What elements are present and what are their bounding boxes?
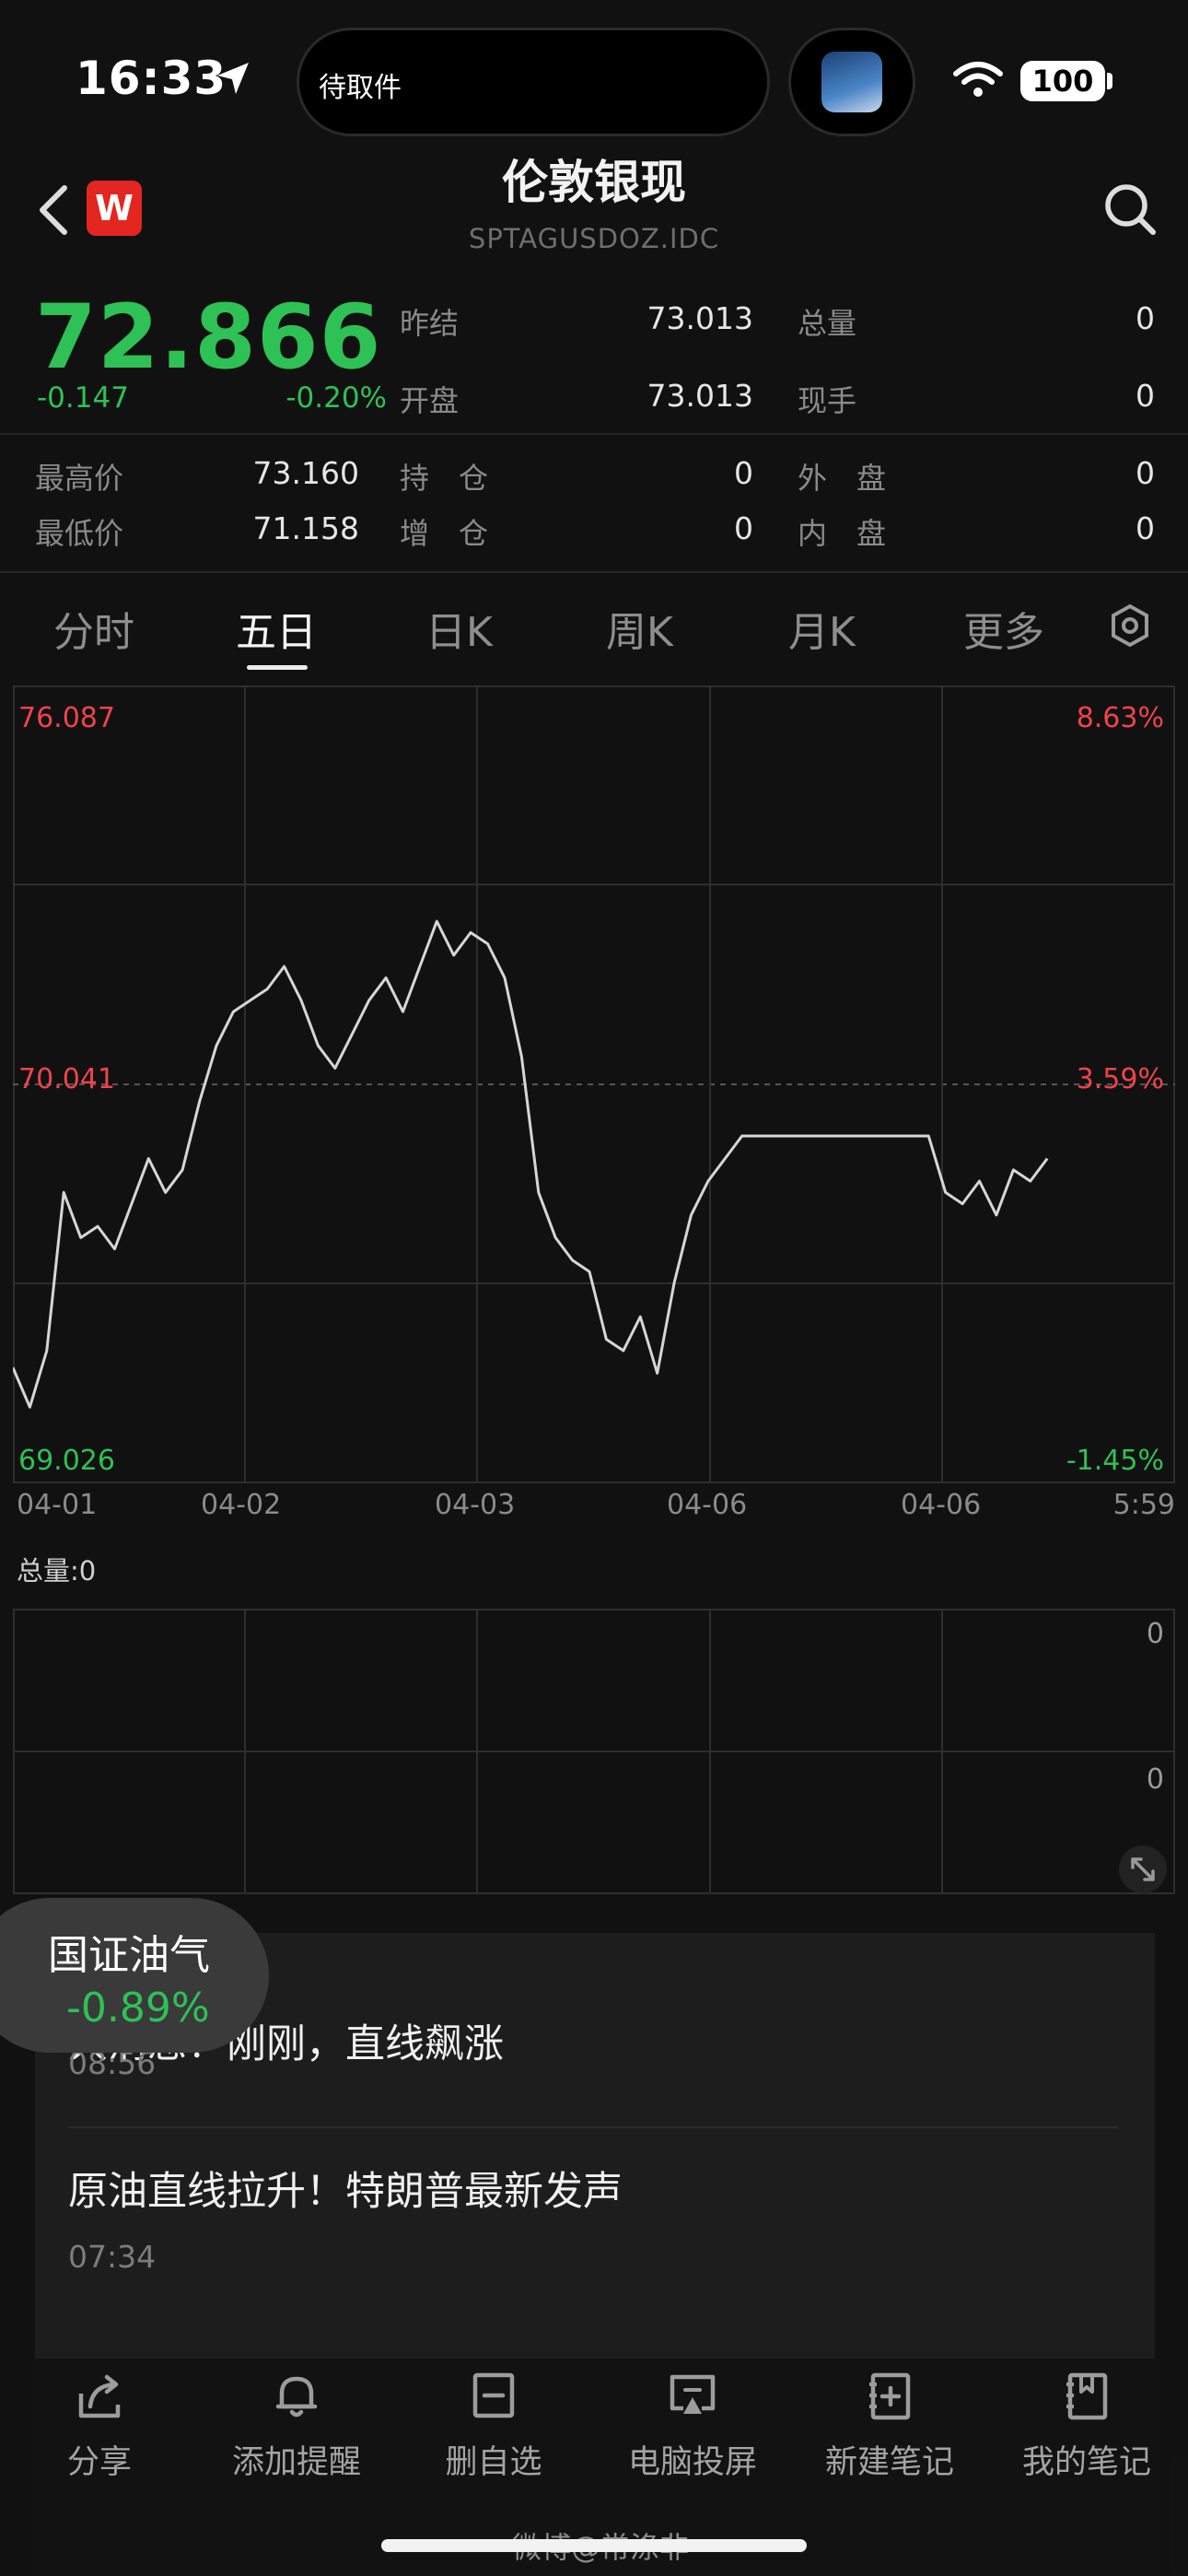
status-time: 16:33: [76, 52, 227, 105]
pct-label-bottom: -1.45%: [1066, 1445, 1164, 1477]
stat-value-high: 73.160: [252, 455, 359, 491]
share-button[interactable]: 分享: [7, 2368, 192, 2483]
stat-label-prev-settle: 昨结: [400, 306, 460, 341]
remove-watchlist-icon: [472, 2372, 515, 2418]
page-title: 伦敦银现: [502, 156, 686, 209]
remove-watchlist-button[interactable]: 删自选: [402, 2368, 586, 2483]
bell-icon: [275, 2376, 318, 2418]
last-price: 72.866: [35, 286, 382, 389]
battery-icon: 100: [1020, 61, 1105, 101]
stat-label-outer: 外 盘: [798, 461, 887, 496]
wifi-icon: [953, 62, 1003, 97]
stat-value-last-lot: 0: [1136, 378, 1155, 414]
floating-index-change: -0.89%: [66, 1985, 210, 2032]
tab-monthly-k[interactable]: 月K: [788, 599, 856, 658]
stat-label-open: 开盘: [400, 383, 460, 418]
instrument-code: SPTAGUSDOZ.IDC: [468, 223, 720, 254]
x-tick-label: 04-06: [667, 1489, 748, 1521]
share-icon: [78, 2374, 121, 2418]
volume-tick-mid: 0: [1146, 1763, 1164, 1796]
price-change-pct: -0.20%: [285, 381, 387, 415]
x-tick-label: 5:59: [1112, 1489, 1175, 1521]
active-tab-indicator: [247, 665, 308, 670]
x-tick-label: 04-06: [901, 1489, 982, 1521]
tab-more[interactable]: 更多: [963, 599, 1044, 658]
x-tick-label: 04-01: [17, 1489, 98, 1521]
new-note-icon: [869, 2372, 911, 2420]
stat-label-low: 最低价: [35, 516, 124, 551]
price-series-line: [13, 919, 1049, 1409]
tab-five-day[interactable]: 五日: [236, 599, 317, 658]
volume-chart[interactable]: [13, 1609, 1175, 1894]
pct-label-top: 8.63%: [1076, 702, 1164, 734]
floating-index-name: 国证油气: [48, 1932, 210, 1979]
news-item-title[interactable]: 原油直线拉升！特朗普最新发声: [68, 2160, 623, 2217]
stat-value-low: 71.158: [252, 510, 359, 546]
volume-tick-top: 0: [1146, 1618, 1164, 1650]
home-indicator[interactable]: [381, 2539, 807, 2552]
stat-label-inner: 内 盘: [798, 516, 887, 551]
stat-label-oi-change: 增 仓: [400, 516, 489, 551]
pct-label-mid: 3.59%: [1076, 1063, 1164, 1095]
new-note-button[interactable]: 新建笔记: [798, 2368, 982, 2483]
stat-label-high: 最高价: [35, 461, 124, 496]
my-notes-icon: [1066, 2372, 1108, 2420]
cast-screen-icon: [670, 2374, 716, 2414]
my-notes-button[interactable]: 我的笔记: [995, 2368, 1179, 2483]
stat-value-inner: 0: [1136, 510, 1155, 546]
price-change: -0.147: [37, 381, 129, 415]
app-thumbnail-icon: [821, 52, 882, 112]
toolbar-label: 电脑投屏: [627, 2444, 757, 2481]
tab-weekly-k[interactable]: 周K: [606, 599, 673, 658]
x-tick-label: 04-02: [201, 1489, 282, 1521]
stat-label-open-interest: 持 仓: [400, 461, 489, 496]
expand-fullscreen-icon[interactable]: [1118, 1844, 1168, 1894]
stat-value-open: 73.013: [646, 378, 753, 414]
stat-label-total-vol: 总量: [798, 306, 857, 341]
cast-screen-button[interactable]: 电脑投屏: [600, 2368, 785, 2483]
quote-divider: [0, 433, 1188, 435]
island-text: 待取件: [319, 72, 402, 104]
tab-daily-k[interactable]: 日K: [425, 599, 493, 658]
tabs-divider: [0, 571, 1188, 573]
volume-label: 总量:0: [17, 1555, 97, 1587]
toolbar-label: 新建笔记: [824, 2444, 954, 2481]
add-alert-button[interactable]: 添加提醒: [204, 2368, 389, 2483]
price-chart[interactable]: [13, 685, 1175, 1483]
news-separator: [68, 2126, 1118, 2128]
toolbar-label: 分享: [66, 2444, 132, 2481]
battery-nub: [1107, 73, 1112, 89]
stat-value-open-interest: 0: [734, 455, 753, 491]
tab-intraday[interactable]: 分时: [53, 599, 134, 658]
stat-value-total-vol: 0: [1136, 300, 1155, 336]
toolbar-label: 我的笔记: [1021, 2444, 1151, 2481]
stat-label-last-lot: 现手: [798, 383, 857, 418]
search-icon[interactable]: [1101, 181, 1159, 238]
y-label-mid: 70.041: [18, 1063, 115, 1095]
y-label-bottom: 69.026: [18, 1445, 115, 1477]
stat-value-outer: 0: [1136, 455, 1155, 491]
settings-gear-icon[interactable]: [1105, 601, 1155, 650]
stat-value-oi-change: 0: [734, 510, 753, 546]
news-item-time: 07:34: [68, 2239, 157, 2275]
stat-value-prev-settle: 73.013: [646, 300, 753, 336]
y-label-top: 76.087: [18, 702, 115, 734]
toolbar-label: 删自选: [445, 2444, 542, 2481]
x-tick-label: 04-03: [435, 1489, 516, 1521]
location-arrow-icon: [217, 63, 249, 94]
toolbar-label: 添加提醒: [231, 2444, 361, 2481]
